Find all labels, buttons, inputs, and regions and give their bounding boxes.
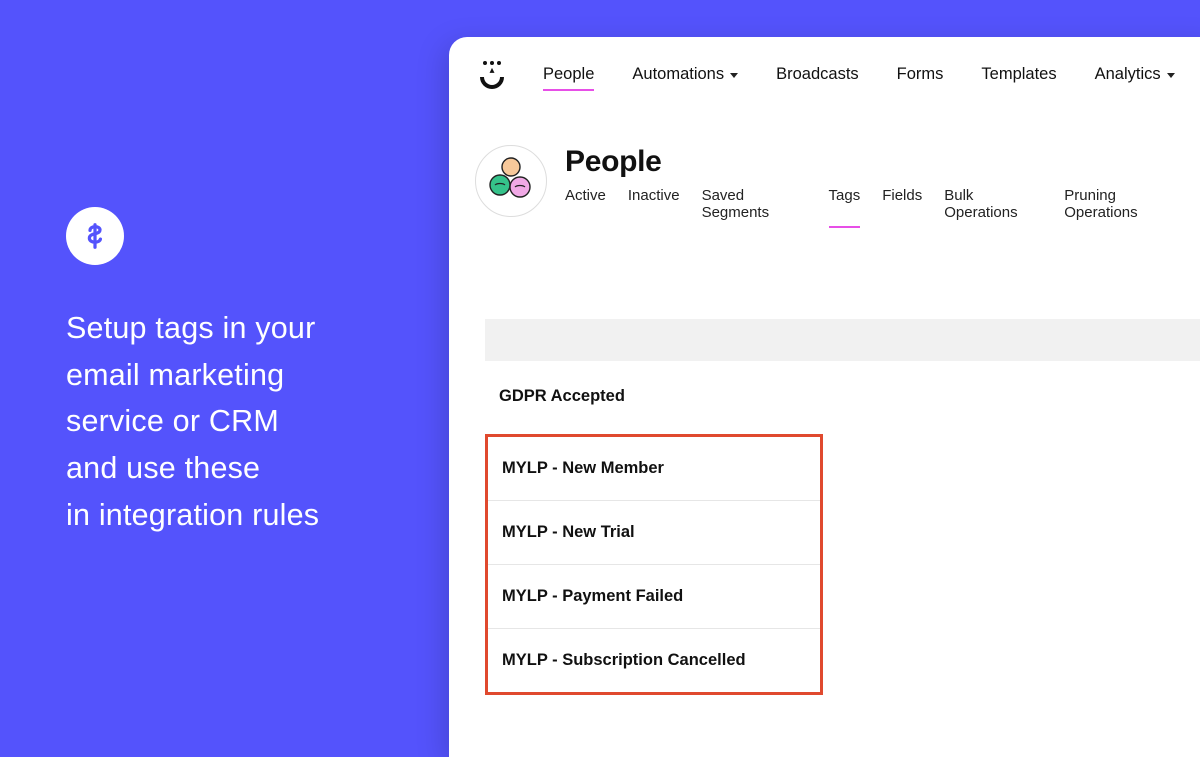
people-avatar-icon [475, 145, 547, 217]
nav-analytics-label: Analytics [1095, 65, 1161, 84]
subtab-inactive[interactable]: Inactive [628, 187, 680, 225]
nav-people[interactable]: People [543, 65, 594, 88]
subtabs: Active Inactive Saved Segments Tags Fiel… [565, 187, 1183, 225]
subtab-tags[interactable]: Tags [829, 187, 861, 225]
info-panel: Setup tags in your email marketing servi… [66, 207, 319, 538]
table-header-band [485, 319, 1200, 361]
info-line: in integration rules [66, 492, 319, 539]
tag-row[interactable]: GDPR Accepted [485, 361, 1200, 428]
subtab-active[interactable]: Active [565, 187, 606, 225]
drip-logo-icon[interactable]: ▴ [479, 61, 505, 91]
nav-items: People Automations Broadcasts Forms Temp… [543, 65, 1175, 88]
chevron-down-icon [1167, 73, 1175, 78]
subtab-pruning-operations[interactable]: Pruning Operations [1064, 187, 1183, 225]
subtab-saved-segments[interactable]: Saved Segments [702, 187, 807, 225]
nav-automations[interactable]: Automations [632, 65, 738, 88]
tag-row[interactable]: MYLP - Payment Failed [488, 564, 820, 628]
page-header: People Active Inactive Saved Segments Ta… [449, 113, 1200, 225]
subtab-bulk-operations[interactable]: Bulk Operations [944, 187, 1042, 225]
info-line: Setup tags in your [66, 305, 319, 352]
app-window: ▴ People Automations Broadcasts Forms Te… [449, 37, 1200, 757]
top-nav: ▴ People Automations Broadcasts Forms Te… [449, 37, 1200, 113]
subtab-fields[interactable]: Fields [882, 187, 922, 225]
dollar-icon [66, 207, 124, 265]
page-title: People [565, 145, 1183, 179]
nav-templates[interactable]: Templates [981, 65, 1056, 88]
info-text: Setup tags in your email marketing servi… [66, 305, 319, 538]
nav-broadcasts[interactable]: Broadcasts [776, 65, 859, 88]
tag-row[interactable]: MYLP - Subscription Cancelled [488, 628, 820, 692]
chevron-down-icon [730, 73, 738, 78]
page-header-text: People Active Inactive Saved Segments Ta… [565, 145, 1183, 225]
nav-forms[interactable]: Forms [897, 65, 944, 88]
info-line: email marketing [66, 352, 319, 399]
nav-automations-label: Automations [632, 65, 724, 84]
nav-analytics[interactable]: Analytics [1095, 65, 1175, 88]
info-line: and use these [66, 445, 319, 492]
tag-row[interactable]: MYLP - New Member [488, 437, 820, 500]
info-line: service or CRM [66, 398, 319, 445]
highlighted-tags-box: MYLP - New Member MYLP - New Trial MYLP … [485, 434, 823, 695]
tag-row[interactable]: MYLP - New Trial [488, 500, 820, 564]
tag-list: GDPR Accepted MYLP - New Member MYLP - N… [449, 361, 1200, 695]
